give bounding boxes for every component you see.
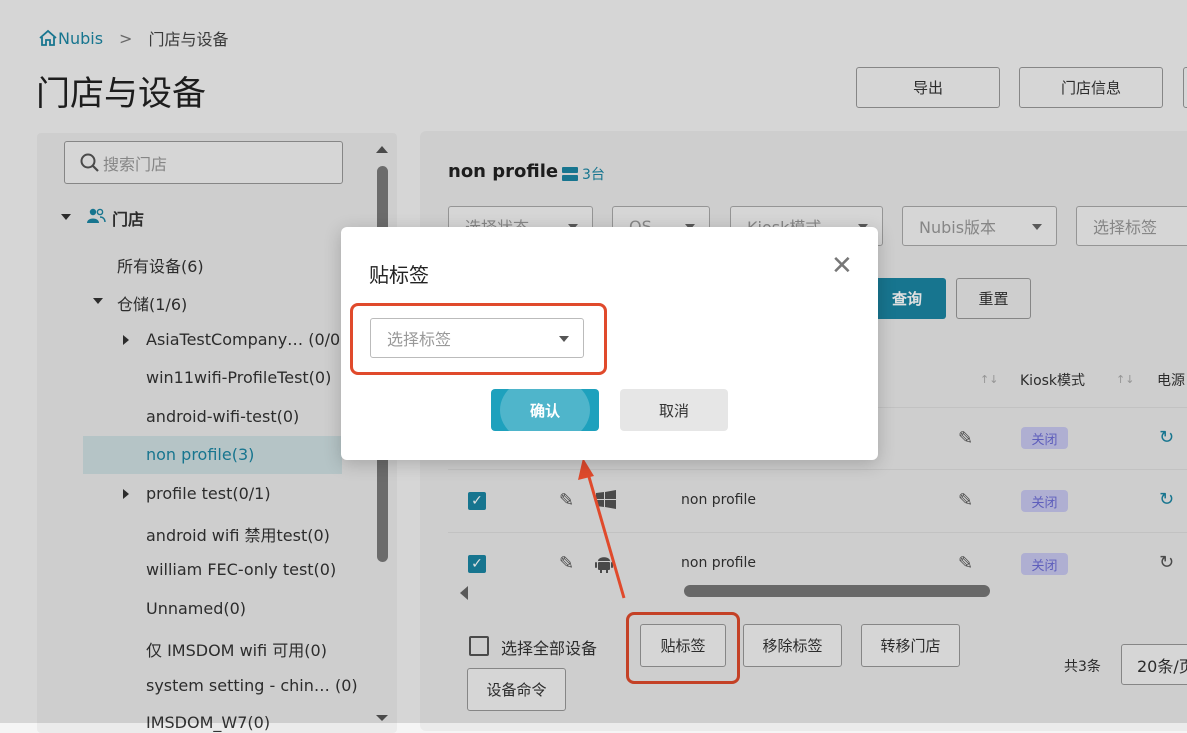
- confirm-button[interactable]: 确认: [491, 389, 599, 431]
- caret-down-icon: [559, 336, 569, 342]
- tag-dialog: 贴标签 ✕ 选择标签 确认 取消: [341, 227, 878, 460]
- close-icon[interactable]: ✕: [831, 251, 853, 281]
- cancel-button[interactable]: 取消: [620, 389, 728, 431]
- tag-select[interactable]: 选择标签: [370, 318, 584, 358]
- confirm-label: 确认: [529, 401, 560, 420]
- page: Nubis > 门店与设备 门店与设备 导出 门店信息 搜索门店 门店 所有设备…: [0, 0, 1187, 733]
- dialog-title: 贴标签: [369, 263, 429, 287]
- tag-select-placeholder: 选择标签: [387, 330, 452, 349]
